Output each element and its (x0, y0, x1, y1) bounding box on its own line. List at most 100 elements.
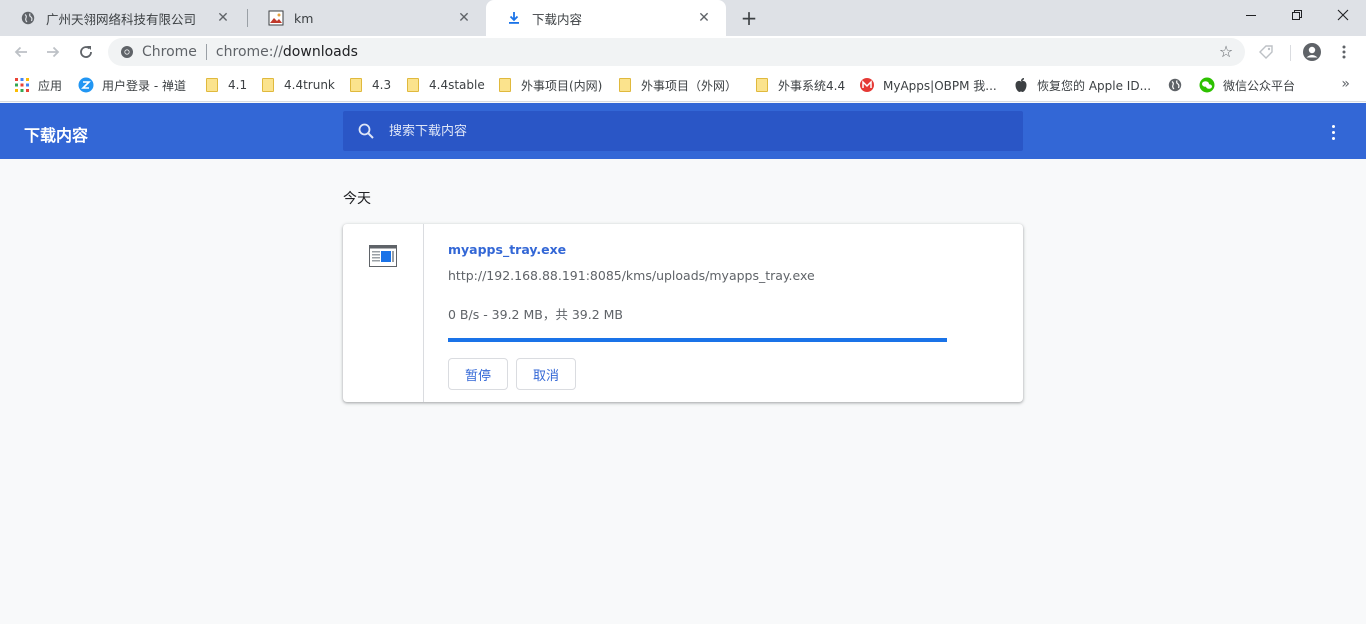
forward-arrow-icon (47, 46, 60, 58)
bookmark-myapps[interactable]: MyApps|OBPM 我... (859, 68, 997, 102)
bookmark-folder-internal[interactable]: 外事项目(内网) (497, 68, 602, 102)
bookmark-label: 应用 (38, 78, 63, 93)
bookmark-folder-4-4stable[interactable]: 4.4stable (405, 68, 485, 102)
bookmark-zentao[interactable]: 用户登录 - 禅道 (78, 68, 186, 102)
bookmark-globe[interactable] (1167, 68, 1191, 102)
bookmark-label: 外事项目(内网) (521, 78, 603, 93)
bookmark-label: 4.4trunk (284, 78, 335, 92)
file-source-url[interactable]: http://192.168.88.191:8085/kms/uploads/m… (448, 268, 815, 283)
bookmark-label: 外事系统4.4 (778, 78, 846, 93)
search-icon (358, 123, 374, 139)
bookmarks-bar: 应用 用户登录 - 禅道 4.1 4.4trunk 4.3 4.4stable … (0, 68, 1366, 102)
chrome-icon (121, 46, 133, 58)
tab-strip: 广州天翎网络科技有限公司 ✕ km ✕ 下载内容 ✕ + (0, 0, 1366, 36)
close-window-button[interactable] (1320, 0, 1366, 30)
folder-icon (497, 77, 513, 93)
date-group-label: 今天 (343, 191, 371, 207)
download-progress-bar (448, 338, 947, 342)
chrome-menu-button[interactable] (1332, 40, 1356, 64)
site-name: Chrome (142, 44, 197, 60)
pause-button[interactable]: 暂停 (448, 358, 508, 390)
download-icon (506, 10, 522, 26)
zentao-icon (78, 77, 94, 93)
back-button[interactable] (8, 39, 34, 65)
apps-grid-icon (14, 77, 30, 93)
close-icon[interactable]: ✕ (215, 10, 231, 26)
tab-title: 广州天翎网络科技有限公司 (46, 11, 197, 27)
bookmark-label: 4.4stable (429, 78, 485, 92)
bookmark-folder-system[interactable]: 外事系统4.4 (754, 68, 845, 102)
kebab-menu-icon (1331, 124, 1335, 128)
folder-icon (617, 77, 633, 93)
tab-title: 下载内容 (532, 11, 583, 27)
reload-icon (80, 46, 92, 58)
globe-icon (20, 10, 36, 26)
search-input[interactable] (389, 123, 989, 139)
close-icon[interactable]: ✕ (456, 10, 472, 26)
tab-downloads[interactable]: 下载内容 ✕ (486, 0, 726, 36)
url-scheme: chrome:// (215, 44, 283, 60)
folder-icon (405, 77, 421, 93)
progress-fill (448, 338, 947, 342)
browser-toolbar: Chrome chrome://downloads ☆ (0, 36, 1366, 68)
cancel-button[interactable]: 取消 (516, 358, 576, 390)
download-status: 0 B/s - 39.2 MB，共 39.2 MB (448, 307, 623, 322)
back-arrow-icon (14, 46, 27, 58)
wechat-icon (1199, 77, 1215, 93)
toolbar-divider (1290, 45, 1291, 61)
profile-button[interactable] (1300, 40, 1324, 64)
globe-icon (1167, 77, 1183, 93)
address-bar[interactable]: Chrome chrome://downloads ☆ (108, 38, 1245, 66)
minimize-button[interactable] (1228, 0, 1274, 30)
reload-button[interactable] (73, 39, 99, 65)
bookmark-label: 外事项目（外网） (641, 78, 738, 93)
kebab-menu-icon (1342, 45, 1346, 59)
chevron-right-icon[interactable]: » (1341, 76, 1350, 92)
file-icon-column (343, 224, 424, 402)
extension-tag-icon (1259, 45, 1273, 59)
bookmark-folder-4-3[interactable]: 4.3 (348, 68, 391, 102)
bookmark-label: MyApps|OBPM 我... (883, 78, 997, 93)
avatar-icon (1303, 43, 1321, 61)
bookmark-label: 4.1 (228, 78, 248, 92)
forward-button[interactable] (40, 39, 66, 65)
extension-button[interactable] (1254, 40, 1278, 64)
bookmark-label: 微信公众平台 (1223, 78, 1296, 93)
tab-title: km (294, 10, 314, 26)
bookmark-apps[interactable]: 应用 (14, 68, 62, 102)
tab-tianling[interactable]: 广州天翎网络科技有限公司 ✕ (0, 0, 245, 36)
download-item-card: myapps_tray.exe http://192.168.88.191:80… (343, 224, 1023, 402)
url-path: downloads (282, 44, 358, 60)
url-text[interactable]: chrome://downloads (216, 44, 358, 60)
bookmark-apple-id[interactable]: 恢复您的 Apple ID... (1013, 68, 1151, 102)
bookmark-label: 恢复您的 Apple ID... (1037, 78, 1152, 93)
image-icon (268, 10, 284, 26)
folder-icon (348, 77, 364, 93)
omnibox-divider (205, 44, 207, 60)
close-icon (1337, 9, 1349, 21)
close-icon[interactable]: ✕ (696, 10, 712, 26)
bookmark-label: 用户登录 - 禅道 (102, 78, 186, 93)
apple-icon (1013, 77, 1029, 93)
folder-icon (754, 77, 770, 93)
folder-icon (260, 77, 276, 93)
bookmark-star-icon[interactable]: ☆ (1217, 43, 1235, 61)
downloads-header: 下载内容 (0, 103, 1366, 159)
page-title: 下载内容 (24, 126, 89, 145)
myapps-icon (859, 77, 875, 93)
search-box[interactable] (343, 111, 1023, 151)
restore-icon (1292, 10, 1302, 20)
restore-button[interactable] (1274, 0, 1320, 30)
exe-file-icon (369, 245, 397, 267)
bookmark-folder-4-4trunk[interactable]: 4.4trunk (260, 68, 335, 102)
new-tab-button[interactable]: + (737, 6, 761, 30)
bookmark-folder-external[interactable]: 外事项目（外网） (617, 68, 737, 102)
minimize-icon (1246, 15, 1256, 16)
file-name-link[interactable]: myapps_tray.exe (448, 242, 566, 257)
bookmark-folder-4-1[interactable]: 4.1 (204, 68, 247, 102)
tab-km[interactable]: km ✕ (248, 0, 486, 36)
downloads-menu-button[interactable] (1324, 123, 1342, 141)
bookmark-label: 4.3 (372, 78, 392, 92)
bookmark-wechat[interactable]: 微信公众平台 (1199, 68, 1295, 102)
folder-icon (204, 77, 220, 93)
